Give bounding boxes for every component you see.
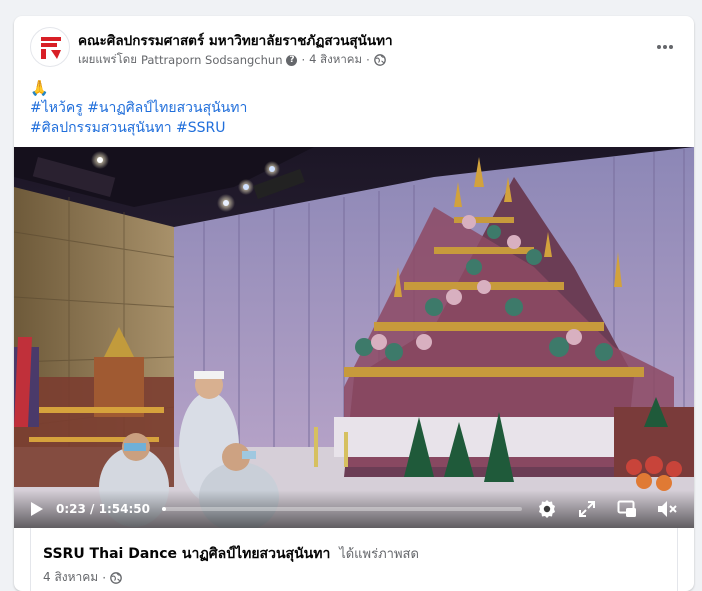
play-button[interactable]: [22, 494, 52, 524]
settings-icon: [539, 500, 555, 518]
pray-emoji: 🙏: [30, 79, 49, 97]
live-title-row: SSRU Thai Dance นาฏศิลป์ไทยสวนสุนันทา ได…: [43, 543, 419, 565]
video-time: 0:23 / 1:54:50: [56, 502, 150, 516]
volume-button[interactable]: [652, 494, 682, 524]
post-card: คณะศิลปกรรมศาสตร์ มหาวิทยาลัยราชภัฏสวนสุ…: [14, 16, 694, 591]
caption-line-1: #ไหว้ครู #นาฏศิลป์ไทยสวนสุนันทา: [30, 98, 247, 118]
more-horizontal-icon: [657, 45, 673, 49]
globe-icon-footer: [110, 571, 122, 584]
post-meta: เผยแพร่โดย Pattraporn Sodsangchun ? · 4 …: [78, 51, 386, 69]
fullscreen-icon: [579, 501, 595, 517]
page-avatar[interactable]: [30, 27, 70, 67]
page-name-link[interactable]: คณะศิลปกรรมศาสตร์ มหาวิทยาลัยราชภัฏสวนสุ…: [78, 29, 393, 51]
video-player[interactable]: 0:23 / 1:54:50: [14, 147, 694, 528]
live-video-title[interactable]: SSRU Thai Dance นาฏศิลป์ไทยสวนสุนันทา: [43, 546, 330, 562]
picture-in-picture-icon: [617, 500, 636, 517]
time-separator: /: [90, 502, 95, 516]
faculty-logo: [41, 37, 61, 59]
live-date[interactable]: 4 สิงหาคม: [43, 568, 98, 587]
hashtag-waikru[interactable]: #ไหว้ครู: [30, 100, 83, 116]
live-status: ได้แพร่ภาพสด: [339, 547, 419, 562]
globe-icon: [373, 54, 386, 66]
hashtag-natasin[interactable]: #นาฏศิลป์ไทยสวนสุนันทา: [87, 100, 247, 116]
live-video-info: SSRU Thai Dance นาฏศิลป์ไทยสวนสุนันทา ได…: [30, 528, 678, 591]
hashtag-ssru[interactable]: #SSRU: [176, 120, 225, 136]
post-caption: 🙏 #ไหว้ครู #นาฏศิลป์ไทยสวนสุนันทา #ศิลปก…: [30, 78, 247, 138]
video-progress-fill: [161, 507, 166, 511]
fullscreen-button[interactable]: [572, 494, 602, 524]
volume-muted-icon: [658, 501, 677, 517]
post-header: คณะศิลปกรรมศาสตร์ มหาวิทยาลัยราชภัฏสวนสุ…: [14, 16, 694, 80]
more-options-button[interactable]: [650, 32, 680, 62]
live-date-separator: ·: [102, 570, 107, 585]
video-frame: [14, 147, 694, 528]
play-icon: [31, 502, 43, 516]
live-date-row: 4 สิงหาคม ·: [43, 568, 122, 587]
caption-line-2: #ศิลปกรรมสวนสุนันทา #SSRU: [30, 118, 247, 138]
picture-in-picture-button[interactable]: [612, 494, 642, 524]
post-date[interactable]: 4 สิงหาคม: [309, 51, 362, 69]
settings-button[interactable]: [532, 494, 562, 524]
published-by-label: เผยแพร่โดย: [78, 52, 137, 66]
current-time: 0:23: [56, 502, 86, 516]
meta-separator-2: ·: [366, 53, 370, 67]
help-icon[interactable]: ?: [286, 54, 298, 66]
video-controls: 0:23 / 1:54:50: [14, 490, 694, 528]
video-progress-bar[interactable]: [161, 507, 522, 511]
meta-separator: ·: [301, 53, 306, 67]
duration: 1:54:50: [98, 502, 150, 516]
publisher-name[interactable]: Pattraporn Sodsangchun: [141, 53, 283, 67]
video-control-group: [532, 494, 682, 524]
hashtag-silpakam[interactable]: #ศิลปกรรมสวนสุนันทา: [30, 120, 172, 136]
